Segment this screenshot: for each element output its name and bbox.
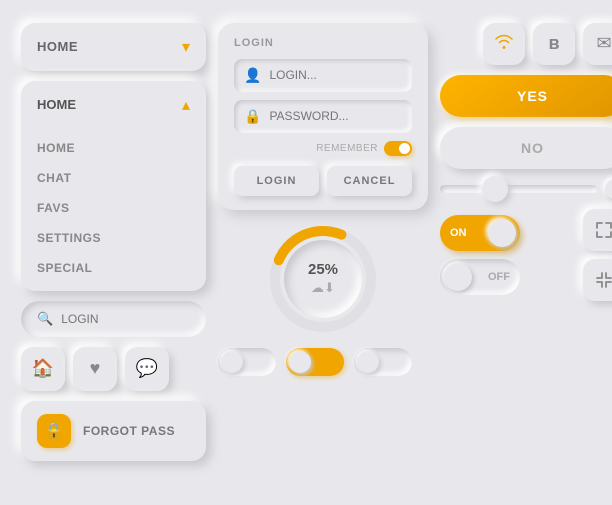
toggle-knob [399, 143, 410, 154]
username-input-row[interactable]: 👤 [234, 59, 412, 92]
toggle-on[interactable]: ON [440, 215, 520, 251]
slider-track[interactable] [440, 185, 597, 193]
toggle-knob-1 [221, 351, 243, 373]
wifi-button[interactable] [483, 23, 525, 65]
chat-button[interactable]: 💬 [125, 347, 169, 391]
login-button[interactable]: LOGIN [234, 166, 319, 196]
login-form: LOGIN 👤 🔒 REMEMBER LOGIN CANCEL [218, 23, 428, 210]
search-icon: 🔍 [37, 311, 53, 327]
progress-area: 25% ☁⬇ [218, 220, 428, 338]
favorites-button[interactable]: ♥ [73, 347, 117, 391]
user-icon: 👤 [244, 67, 261, 84]
search-input[interactable] [61, 312, 190, 326]
progress-circle-wrapper: 25% ☁⬇ [268, 224, 378, 334]
dropdown-closed-label: HOME [37, 39, 78, 54]
cloud-download-icon: ☁⬇ [311, 280, 335, 296]
password-input-row[interactable]: 🔒 [234, 100, 412, 133]
lock-icon: 🔒 [244, 108, 261, 125]
progress-inner: 25% ☁⬇ [284, 240, 362, 318]
search-bar[interactable]: 🔍 [21, 301, 206, 337]
icon-buttons-row: 🏠 ♥ 💬 [21, 347, 206, 391]
off-label: OFF [488, 271, 510, 283]
username-input[interactable] [269, 68, 402, 82]
top-icons: ʙ ✉ [440, 23, 612, 65]
remember-toggle[interactable] [384, 141, 412, 156]
chevron-up-icon: ▴ [182, 95, 190, 115]
chevron-down-icon: ▾ [182, 37, 190, 57]
dropdown-open-header[interactable]: HOME ▴ [21, 81, 206, 129]
menu-item-chat[interactable]: CHAT [21, 163, 206, 193]
expand-button[interactable] [583, 209, 612, 251]
toggle-knob-3 [357, 351, 379, 373]
form-title: LOGIN [234, 37, 412, 49]
toggle-off-2[interactable] [354, 348, 412, 376]
bluetooth-icon: ʙ [548, 33, 559, 54]
home-icon: 🏠 [32, 358, 54, 379]
toggle-off-knob [444, 263, 472, 291]
lock-badge: 🔒 [37, 414, 71, 448]
right-column: ʙ ✉ YES NO ON [440, 23, 612, 483]
remember-label: REMEMBER [316, 143, 378, 154]
menu-items: HOME CHAT FAVS SETTINGS SPECIAL [21, 129, 206, 291]
toggle-on-knob [488, 219, 516, 247]
expand-compress-buttons [583, 209, 612, 301]
slider-knob[interactable] [482, 176, 508, 202]
heart-icon: ♥ [90, 358, 101, 379]
remember-row: REMEMBER [234, 141, 412, 156]
home-button[interactable]: 🏠 [21, 347, 65, 391]
forgot-pass-label: FORGOT PASS [83, 424, 175, 438]
chat-icon: 💬 [136, 358, 158, 379]
forgot-pass-button[interactable]: 🔒 FORGOT PASS [21, 401, 206, 461]
toggle-orange-mid[interactable] [286, 348, 344, 376]
menu-item-favs[interactable]: FAVS [21, 193, 206, 223]
toggle-off-1[interactable] [218, 348, 276, 376]
toggle-off[interactable]: OFF [440, 259, 520, 295]
on-label: ON [450, 227, 467, 239]
toggle-knob-2 [289, 351, 311, 373]
wifi-icon [493, 32, 515, 55]
lock-icon: 🔒 [44, 421, 64, 441]
mail-icon: ✉ [596, 33, 611, 54]
password-input[interactable] [269, 109, 402, 123]
no-button[interactable]: NO [440, 127, 612, 169]
cancel-button[interactable]: CANCEL [327, 166, 412, 196]
on-off-expand-row: ON OFF [440, 209, 612, 301]
compress-button[interactable] [583, 259, 612, 301]
dropdown-open: HOME ▴ HOME CHAT FAVS SETTINGS SPECIAL [21, 81, 206, 291]
bottom-toggles-row [218, 348, 428, 376]
form-buttons: LOGIN CANCEL [234, 166, 412, 196]
menu-item-settings[interactable]: SETTINGS [21, 223, 206, 253]
progress-percent: 25% [308, 261, 338, 278]
mail-button[interactable]: ✉ [583, 23, 612, 65]
slider-area [440, 179, 612, 199]
menu-item-special[interactable]: SPECIAL [21, 253, 206, 283]
expand-icon [595, 221, 612, 239]
menu-item-home[interactable]: HOME [21, 133, 206, 163]
dropdown-closed[interactable]: HOME ▾ [21, 23, 206, 71]
compress-icon [595, 271, 612, 289]
yes-button[interactable]: YES [440, 75, 612, 117]
mid-column: LOGIN 👤 🔒 REMEMBER LOGIN CANCEL [218, 23, 428, 483]
slider-end-dot [605, 179, 612, 199]
on-off-toggles: ON OFF [440, 215, 575, 295]
dropdown-open-label: HOME [37, 97, 76, 112]
bluetooth-button[interactable]: ʙ [533, 23, 575, 65]
left-column: HOME ▾ HOME ▴ HOME CHAT FAVS SETTINGS SP… [21, 23, 206, 483]
